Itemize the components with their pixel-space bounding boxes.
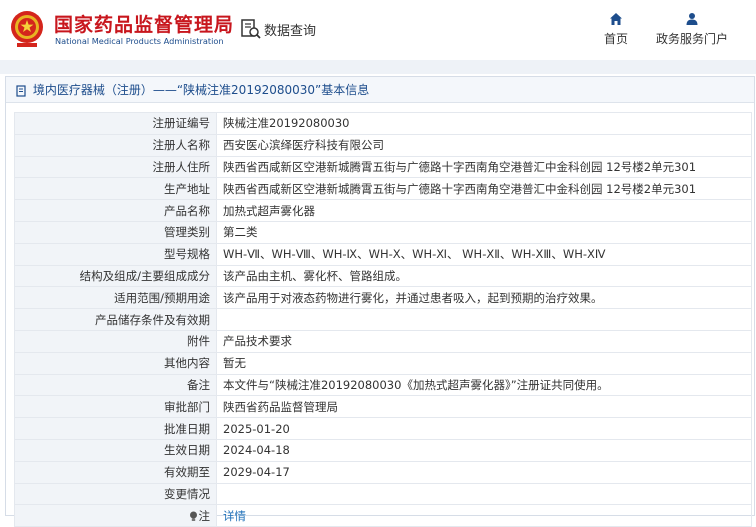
- table-row: 型号规格 WH-Ⅶ、WH-Ⅷ、WH-Ⅸ、WH-Ⅹ、WH-Ⅺ、 WH-ⅩⅡ、WH-…: [14, 242, 752, 266]
- row-value: 陕西省西咸新区空港新城腾霄五街与广德路十字西南角空港普汇中金科创园 12号楼2单…: [216, 155, 752, 179]
- user-icon: [686, 13, 698, 25]
- table-row: 注册证编号 陕械注准20192080030: [14, 112, 752, 135]
- row-label: 附件: [14, 329, 217, 353]
- data-search-icon: [241, 19, 261, 39]
- table-row: 注册人名称 西安医心滨绎医疗科技有限公司: [14, 133, 752, 157]
- row-label: 产品储存条件及有效期: [14, 308, 217, 331]
- row-label: 结构及组成/主要组成成分: [14, 264, 217, 288]
- row-value: 陕西省药品监督管理局: [216, 395, 752, 419]
- agency-name-en[interactable]: National Medical Products Administration: [55, 36, 224, 46]
- row-value: 本文件与“陕械注准20192080030《加热式超声雾化器》”注册证共同使用。: [216, 373, 752, 397]
- national-emblem-icon: [11, 11, 43, 47]
- row-value: 陕械注准20192080030: [216, 112, 752, 135]
- row-label: 批准日期: [14, 417, 217, 440]
- row-value: 2025-01-20: [216, 417, 752, 440]
- info-panel: 境内医疗器械（注册）——“陕械注准20192080030”基本信息 注册证编号 …: [5, 76, 755, 527]
- table-row: 适用范围/预期用途 该产品用于对液态药物进行雾化，并通过患者吸入，起到预期的治疗…: [14, 286, 752, 310]
- document-icon: [16, 84, 26, 97]
- info-table: 注册证编号 陕械注准20192080030 注册人名称 西安医心滨绎医疗科技有限…: [14, 112, 752, 527]
- row-value: 陕西省西咸新区空港新城腾霄五街与广德路十字西南角空港普汇中金科创园 12号楼2单…: [216, 177, 752, 201]
- row-label: 变更情况: [14, 482, 217, 506]
- table-row: 备注 本文件与“陕械注准20192080030《加热式超声雾化器》”注册证共同使…: [14, 373, 752, 397]
- row-label: 适用范围/预期用途: [14, 286, 217, 310]
- table-row: 审批部门 陕西省药品监督管理局: [14, 395, 752, 419]
- row-value: 暂无: [216, 351, 752, 375]
- agency-name-cn[interactable]: 国家药品监督管理局: [54, 10, 234, 37]
- row-value: 产品技术要求: [216, 329, 752, 353]
- row-label: 注册人名称: [14, 133, 217, 157]
- table-row: 产品储存条件及有效期: [14, 308, 752, 331]
- table-row: 管理类别 第二类: [14, 220, 752, 244]
- panel-title: 境内医疗器械（注册）——“陕械注准20192080030”基本信息: [6, 77, 754, 103]
- row-value: [216, 482, 752, 506]
- row-value: 该产品用于对液态药物进行雾化，并通过患者吸入，起到预期的治疗效果。: [216, 286, 752, 310]
- header-divider-band: [0, 60, 756, 74]
- row-value: 2029-04-17: [216, 460, 752, 484]
- table-row: 生产地址 陕西省西咸新区空港新城腾霄五街与广德路十字西南角空港普汇中金科创园 1…: [14, 177, 752, 201]
- row-label: 产品名称: [14, 199, 217, 222]
- row-value: 西安医心滨绎医疗科技有限公司: [216, 133, 752, 157]
- data-query-label: 数据查询: [264, 23, 317, 39]
- table-row: 产品名称 加热式超声雾化器: [14, 199, 752, 222]
- panel-title-text: 境内医疗器械（注册）——“陕械注准20192080030”基本信息: [32, 83, 370, 97]
- row-label: 有效期至: [14, 460, 217, 484]
- table-row: 生效日期 2024-04-18: [14, 438, 752, 462]
- table-row: 有效期至 2029-04-17: [14, 460, 752, 484]
- row-label: 生产地址: [14, 177, 217, 201]
- table-row: 其他内容 暂无: [14, 351, 752, 375]
- lightbulb-icon: [189, 511, 197, 521]
- table-row: 变更情况: [14, 482, 752, 506]
- nav-service-portal-label: 政务服务门户: [656, 32, 729, 46]
- note-label-cell: 注: [14, 504, 217, 527]
- row-label: 生效日期: [14, 438, 217, 462]
- row-label: 注册人住所: [14, 155, 217, 179]
- row-label: 审批部门: [14, 395, 217, 419]
- row-value: WH-Ⅶ、WH-Ⅷ、WH-Ⅸ、WH-Ⅹ、WH-Ⅺ、 WH-ⅩⅡ、WH-ⅩⅢ、WH…: [216, 242, 752, 266]
- row-value: [216, 308, 752, 331]
- note-value-cell: 详情: [216, 504, 752, 527]
- row-label: 管理类别: [14, 220, 217, 244]
- row-value: 加热式超声雾化器: [216, 199, 752, 222]
- row-label: 其他内容: [14, 351, 217, 375]
- row-label: 型号规格: [14, 242, 217, 266]
- row-value: 该产品由主机、雾化杯、管路组成。: [216, 264, 752, 288]
- row-label: 备注: [14, 373, 217, 397]
- data-query-link[interactable]: 数据查询: [240, 18, 316, 40]
- table-row: 结构及组成/主要组成成分 该产品由主机、雾化杯、管路组成。: [14, 264, 752, 288]
- table-row: 注册人住所 陕西省西咸新区空港新城腾霄五街与广德路十字西南角空港普汇中金科创园 …: [14, 155, 752, 179]
- nav-home[interactable]: 首页: [604, 12, 628, 47]
- site-header: 国家药品监督管理局 National Medical Products Admi…: [0, 0, 756, 60]
- row-value: 第二类: [216, 220, 752, 244]
- home-icon: [610, 13, 622, 25]
- row-value: 2024-04-18: [216, 438, 752, 462]
- row-label: 注册证编号: [14, 112, 217, 135]
- table-row: 批准日期 2025-01-20: [14, 417, 752, 440]
- nav-home-label: 首页: [604, 32, 629, 46]
- table-row-note: 注 详情: [14, 504, 752, 527]
- table-row: 附件 产品技术要求: [14, 329, 752, 353]
- nav-service-portal[interactable]: 政务服务门户: [656, 12, 728, 47]
